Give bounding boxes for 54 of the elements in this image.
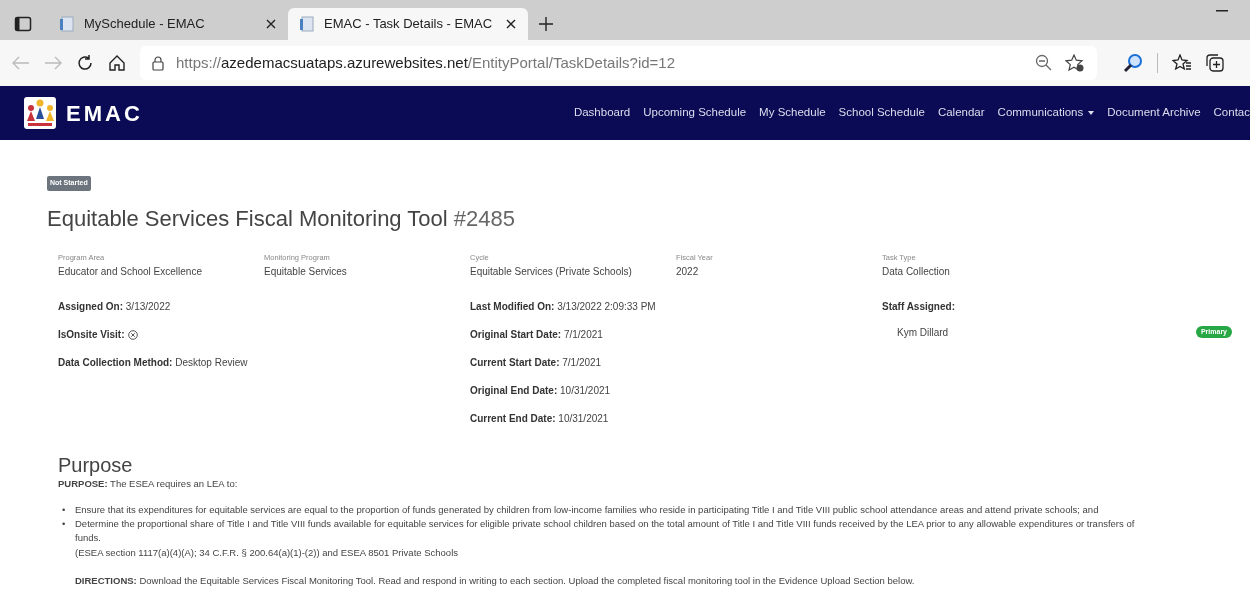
detail-text: Current End Date: 10/31/2021 [470,412,609,424]
field-value: 2022 [676,264,700,279]
search-icon[interactable] [1123,53,1143,73]
detail-text: IsOnsite Visit: [58,328,125,340]
field-value: Educator and School Excellence [58,264,203,279]
staff-name: Kym Dillard [897,325,949,340]
page-icon [60,16,74,32]
brand-name[interactable]: EMAC [66,96,143,130]
detail-text: Original End Date: 10/31/2021 [470,384,611,396]
nav-link[interactable]: Upcoming Schedule [643,104,747,122]
nav-link[interactable]: Contac [1213,104,1250,122]
lock-icon [152,55,164,71]
close-icon[interactable] [506,19,516,29]
tab-actions-icon[interactable] [14,16,32,32]
bullet-mark: • [61,517,67,532]
nav-link[interactable]: School Schedule [838,104,925,122]
favorites-icon[interactable] [1172,54,1192,72]
url-text: https://azedemacsuataps.azurewebsites.net/EntityPortal/TaskDetails?id=12 [176,52,676,73]
detail-text: Last Modified On: 3/13/2022 2:09:33 PM [470,300,656,312]
field-value: Equitable Services [264,264,348,279]
minimize-icon[interactable] [1216,10,1228,12]
add-favorite-icon[interactable] [1065,54,1085,72]
section-heading: Purpose [58,452,134,477]
bullet-mark: • [61,502,67,517]
browser-tab[interactable]: MySchedule - EMAC [48,8,288,40]
refresh-icon[interactable] [76,54,94,72]
detail-text: Original Start Date: 7/1/2021 [470,328,603,340]
citation-text: (ESEA section 1117(a)(4)(A); 34 C.F.R. § 200.64(a)(1)-(2)) and ESEA 8501 Private Schools [75,546,458,558]
nav-link[interactable]: Calendar [937,104,985,122]
nav-link[interactable]: My Schedule [759,104,826,122]
detail-text: Assigned On: 3/13/2022 [58,300,171,312]
browser-tab[interactable]: EMAC - Task Details - EMAC [288,8,528,40]
caret-icon [1088,111,1095,116]
field-value: Data Collection [882,264,951,279]
list-item-text: Determine the proportional share of Title I and Title VIII funds available for equitable services for eligible private school children based on the total amount of Title I and Title VIII funds received by the LEA prior to any allowable expenditures or transfers of funds. [75,517,1136,546]
address-bar[interactable]: https://azedemacsuataps.azurewebsites.net/EntityPortal/TaskDetails?id=12 [140,46,1097,80]
field-value: Equitable Services (Private Schools) [470,264,633,279]
page-title: Equitable Services Fiscal Monitoring Tool #2485 [47,206,516,233]
nav-link[interactable]: Document Archive [1107,104,1201,122]
detail-text: Data Collection Method: Desktop Review [58,356,248,368]
page-icon [300,16,314,32]
close-icon[interactable] [266,19,276,29]
nav-link[interactable]: Communications [997,104,1095,122]
paragraph-text: DIRECTIONS: Download the Equitable Services Fiscal Monitoring Tool. Read and respond in writing to each section. Upload the completed fiscal monitoring tool in the Evidence Upload Section below. [75,574,915,586]
zoom-out-icon[interactable] [1035,54,1053,72]
logo-drawing [24,97,56,129]
new-tab-icon[interactable] [538,16,554,32]
staff-heading: Staff Assigned: [882,300,955,312]
nav-link[interactable]: Dashboard [573,104,631,122]
paragraph-text: PURPOSE: The ESEA requires an LEA to: [58,476,239,491]
collections-icon[interactable] [1206,54,1224,72]
detail-text: Current Start Date: 7/1/2021 [470,356,602,368]
home-icon[interactable] [108,54,126,72]
list-item-text: Ensure that its expenditures for equitable services are equal to the proportion of funds generated by children from low-income families who reside in participating Title I and Title VIII public school attendance areas and attend private schools; and [75,502,1099,517]
